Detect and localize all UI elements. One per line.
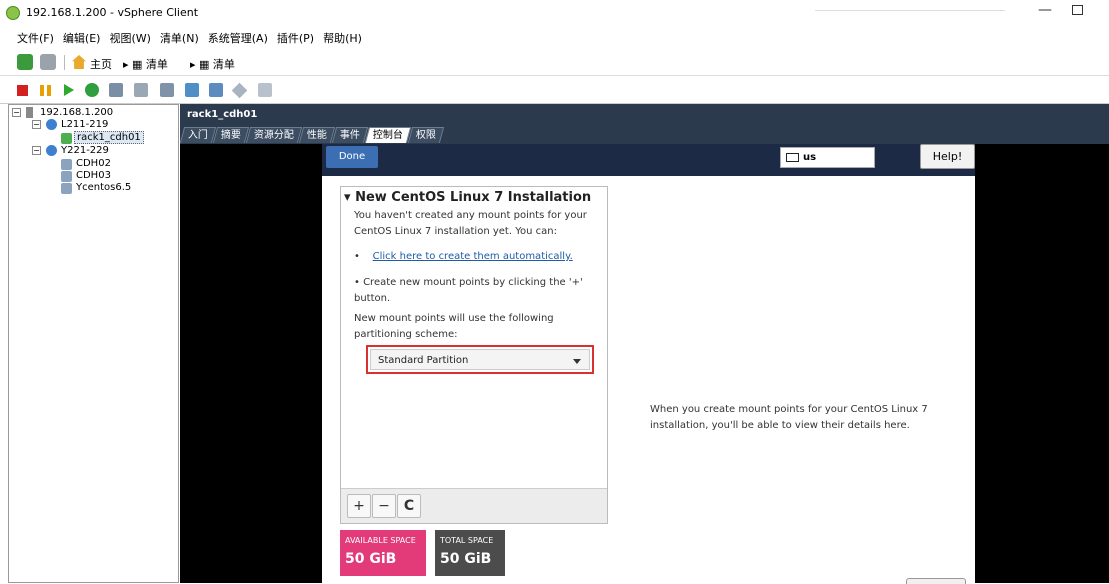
- tree-item-vm[interactable]: Ycentos6.5: [76, 182, 131, 194]
- intro-text: You haven't created any mount points for…: [354, 210, 587, 237]
- snapshot-manager-icon[interactable]: [160, 83, 174, 97]
- tab-events[interactable]: 事件: [331, 127, 369, 143]
- vm-icon: [61, 159, 72, 170]
- breadcrumb-inventory[interactable]: ▸ ▦ 清单: [123, 56, 168, 72]
- partitioning-scheme-dropdown[interactable]: Standard Partition: [366, 345, 594, 374]
- settings-icon[interactable]: [231, 82, 248, 99]
- menu-file[interactable]: 文件(F): [17, 30, 54, 46]
- vsphere-logo-icon: [6, 6, 20, 20]
- installer-screen: Done us Help! ▾ New CentOS Linux 7 Insta…: [322, 144, 975, 584]
- tree-item-pool-y221[interactable]: Y221-229: [61, 145, 109, 157]
- help-button[interactable]: Help!: [920, 144, 975, 169]
- inventory-tree: − 192.168.1.200 − L211-219 rack1_cdh01 −…: [8, 104, 179, 583]
- vm-running-icon: [61, 133, 72, 144]
- menu-bar: 文件(F) 编辑(E) 视图(W) 清单(N) 系统管理(A) 插件(P) 帮助…: [0, 27, 1109, 49]
- total-space-value: 50 GiB: [440, 551, 492, 567]
- tab-summary[interactable]: 摘要: [212, 127, 250, 143]
- keyboard-layout-indicator[interactable]: us: [780, 147, 875, 168]
- breadcrumb-home[interactable]: 主页: [90, 56, 112, 72]
- action-toolbar: [0, 78, 1109, 104]
- breadcrumb-inventory-sub[interactable]: ▸ ▦ 清单: [190, 56, 235, 72]
- remove-mount-point-button[interactable]: −: [372, 494, 396, 518]
- chevron-down-icon: [573, 359, 581, 364]
- refresh-button[interactable]: C: [397, 494, 421, 518]
- minimize-icon[interactable]: —: [1038, 2, 1052, 18]
- tab-getting-started[interactable]: 入门: [179, 127, 217, 143]
- maximize-icon[interactable]: [1072, 5, 1083, 15]
- auto-create-item: • Click here to create them automaticall…: [354, 251, 573, 262]
- create-automatically-link[interactable]: Click here to create them automatically.: [373, 251, 573, 262]
- host-icon: [26, 107, 33, 118]
- resource-pool-icon: [46, 145, 57, 156]
- total-space-badge: TOTAL SPACE 50 GiB: [435, 530, 505, 576]
- tab-resource-allocation[interactable]: 资源分配: [245, 127, 303, 143]
- revert-snapshot-icon[interactable]: [134, 83, 148, 97]
- pane-title[interactable]: ▾ New CentOS Linux 7 Installation: [344, 190, 591, 205]
- pane-toolbar: + − C: [341, 488, 607, 523]
- window-title: 192.168.1.200 - vSphere Client: [26, 6, 199, 19]
- collapse-icon[interactable]: −: [12, 108, 21, 117]
- menu-plugins[interactable]: 插件(P): [277, 30, 314, 46]
- tree-item-vm[interactable]: CDH02: [76, 158, 111, 170]
- suspend-icon[interactable]: [40, 85, 51, 96]
- tools-icon[interactable]: [258, 83, 272, 97]
- tab-permissions[interactable]: 权限: [407, 127, 445, 143]
- home-icon[interactable]: [72, 55, 86, 69]
- console-icon[interactable]: [185, 83, 199, 97]
- tree-item-host[interactable]: 192.168.1.200: [40, 107, 113, 119]
- menu-admin[interactable]: 系统管理(A): [208, 30, 268, 46]
- migrate-icon[interactable]: [209, 83, 223, 97]
- menu-view[interactable]: 视图(W): [109, 30, 150, 46]
- installer-header: Done us Help!: [322, 144, 975, 176]
- done-button[interactable]: Done: [326, 146, 378, 168]
- vm-title: rack1_cdh01: [187, 109, 258, 120]
- mount-points-pane: ▾ New CentOS Linux 7 Installation You ha…: [340, 186, 608, 524]
- details-placeholder-text: When you create mount points for your Ce…: [650, 404, 928, 431]
- power-on-icon[interactable]: [64, 84, 74, 96]
- scheme-text: New mount points will use the following …: [354, 313, 554, 340]
- back-icon[interactable]: [17, 54, 33, 70]
- snapshot-icon[interactable]: [109, 83, 123, 97]
- reset-icon[interactable]: [85, 83, 99, 97]
- navigation-bar: 主页 ▸ ▦ 清单 ▸ ▦ 清单: [0, 50, 1109, 76]
- keyboard-icon: [786, 153, 799, 162]
- power-off-icon[interactable]: [17, 85, 28, 96]
- manual-create-item: • Create new mount points by clicking th…: [354, 277, 583, 304]
- nav-divider: [64, 55, 65, 70]
- tab-console[interactable]: 控制台: [364, 127, 412, 143]
- forward-icon[interactable]: [40, 54, 56, 70]
- title-divider: [815, 10, 1005, 11]
- collapse-icon[interactable]: −: [32, 146, 41, 155]
- bottom-button-edge[interactable]: [906, 578, 966, 584]
- title-bar: 192.168.1.200 - vSphere Client —: [0, 0, 1109, 26]
- add-mount-point-button[interactable]: +: [347, 494, 371, 518]
- available-space-badge: AVAILABLE SPACE 50 GiB: [340, 530, 426, 576]
- vm-icon: [61, 183, 72, 194]
- dropdown-body: Standard Partition: [370, 349, 590, 370]
- collapse-icon[interactable]: −: [32, 120, 41, 129]
- dropdown-value: Standard Partition: [378, 355, 469, 366]
- menu-help[interactable]: 帮助(H): [323, 30, 362, 46]
- vm-icon: [61, 171, 72, 182]
- total-space-label: TOTAL SPACE: [440, 536, 494, 545]
- console-header: rack1_cdh01 入门 摘要 资源分配 性能 事件 控制台 权限: [179, 104, 1109, 144]
- tree-item-vm-selected[interactable]: rack1_cdh01: [74, 131, 144, 144]
- keyboard-layout-label: us: [803, 152, 817, 163]
- available-space-label: AVAILABLE SPACE: [345, 536, 416, 545]
- vm-console[interactable]: Done us Help! ▾ New CentOS Linux 7 Insta…: [180, 144, 1109, 584]
- tree-item-vm[interactable]: CDH03: [76, 170, 111, 182]
- menu-inventory[interactable]: 清单(N): [160, 30, 199, 46]
- tab-performance[interactable]: 性能: [298, 127, 336, 143]
- tree-item-pool-l211[interactable]: L211-219: [61, 119, 108, 131]
- menu-edit[interactable]: 编辑(E): [63, 30, 101, 46]
- resource-pool-icon: [46, 119, 57, 130]
- available-space-value: 50 GiB: [345, 551, 397, 567]
- tab-bar: 入门 摘要 资源分配 性能 事件 控制台 权限: [179, 127, 445, 144]
